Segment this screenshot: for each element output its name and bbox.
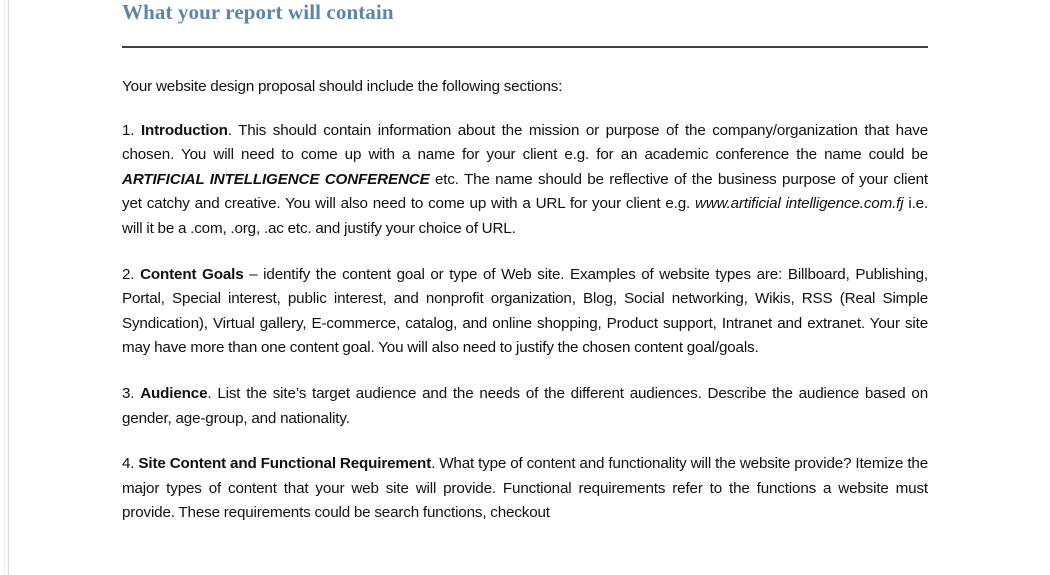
item-1-text-a: . This should contain information about … [122, 121, 928, 164]
item-1-emphasis-a: ARTIFICIAL INTELLIGENCE CONFERENCE [122, 170, 430, 188]
section-item-3: 3. Audience. List the site’s target audi… [122, 382, 928, 431]
item-2-text-a: – identify the content goal or type of W… [122, 265, 928, 357]
item-1-title: Introduction [140, 121, 228, 139]
page-edge-line [8, 0, 9, 575]
document-content: What your report will contain Your websi… [122, 0, 928, 526]
item-1-space [134, 122, 141, 139]
document-page: What your report will contain Your websi… [0, 0, 1050, 575]
section-item-4: 4. Site Content and Functional Requireme… [122, 452, 928, 526]
item-3-text-a: . List the site’s target audience and th… [122, 384, 928, 427]
page-title: What your report will contain [122, 0, 394, 24]
heading-divider [122, 46, 928, 48]
section-item-1: 1. Introduction. This should contain inf… [122, 119, 928, 242]
item-2-number: 2. [122, 265, 135, 283]
item-3-number: 3. [122, 384, 135, 402]
item-4-number: 4. [122, 455, 135, 473]
item-4-title: Site Content and Functional Requirement [138, 455, 432, 473]
intro-paragraph: Your website design proposal should incl… [122, 78, 563, 95]
item-2-title: Content Goals [140, 265, 244, 283]
item-3-title: Audience [140, 384, 208, 402]
section-item-2: 2. Content Goals – identify the content … [122, 263, 928, 361]
item-1-emphasis-b: www.artificial intelligence.com.fj [695, 195, 904, 213]
item-1-number: 1. [122, 121, 135, 139]
page-edge-outer-line [4, 0, 5, 575]
